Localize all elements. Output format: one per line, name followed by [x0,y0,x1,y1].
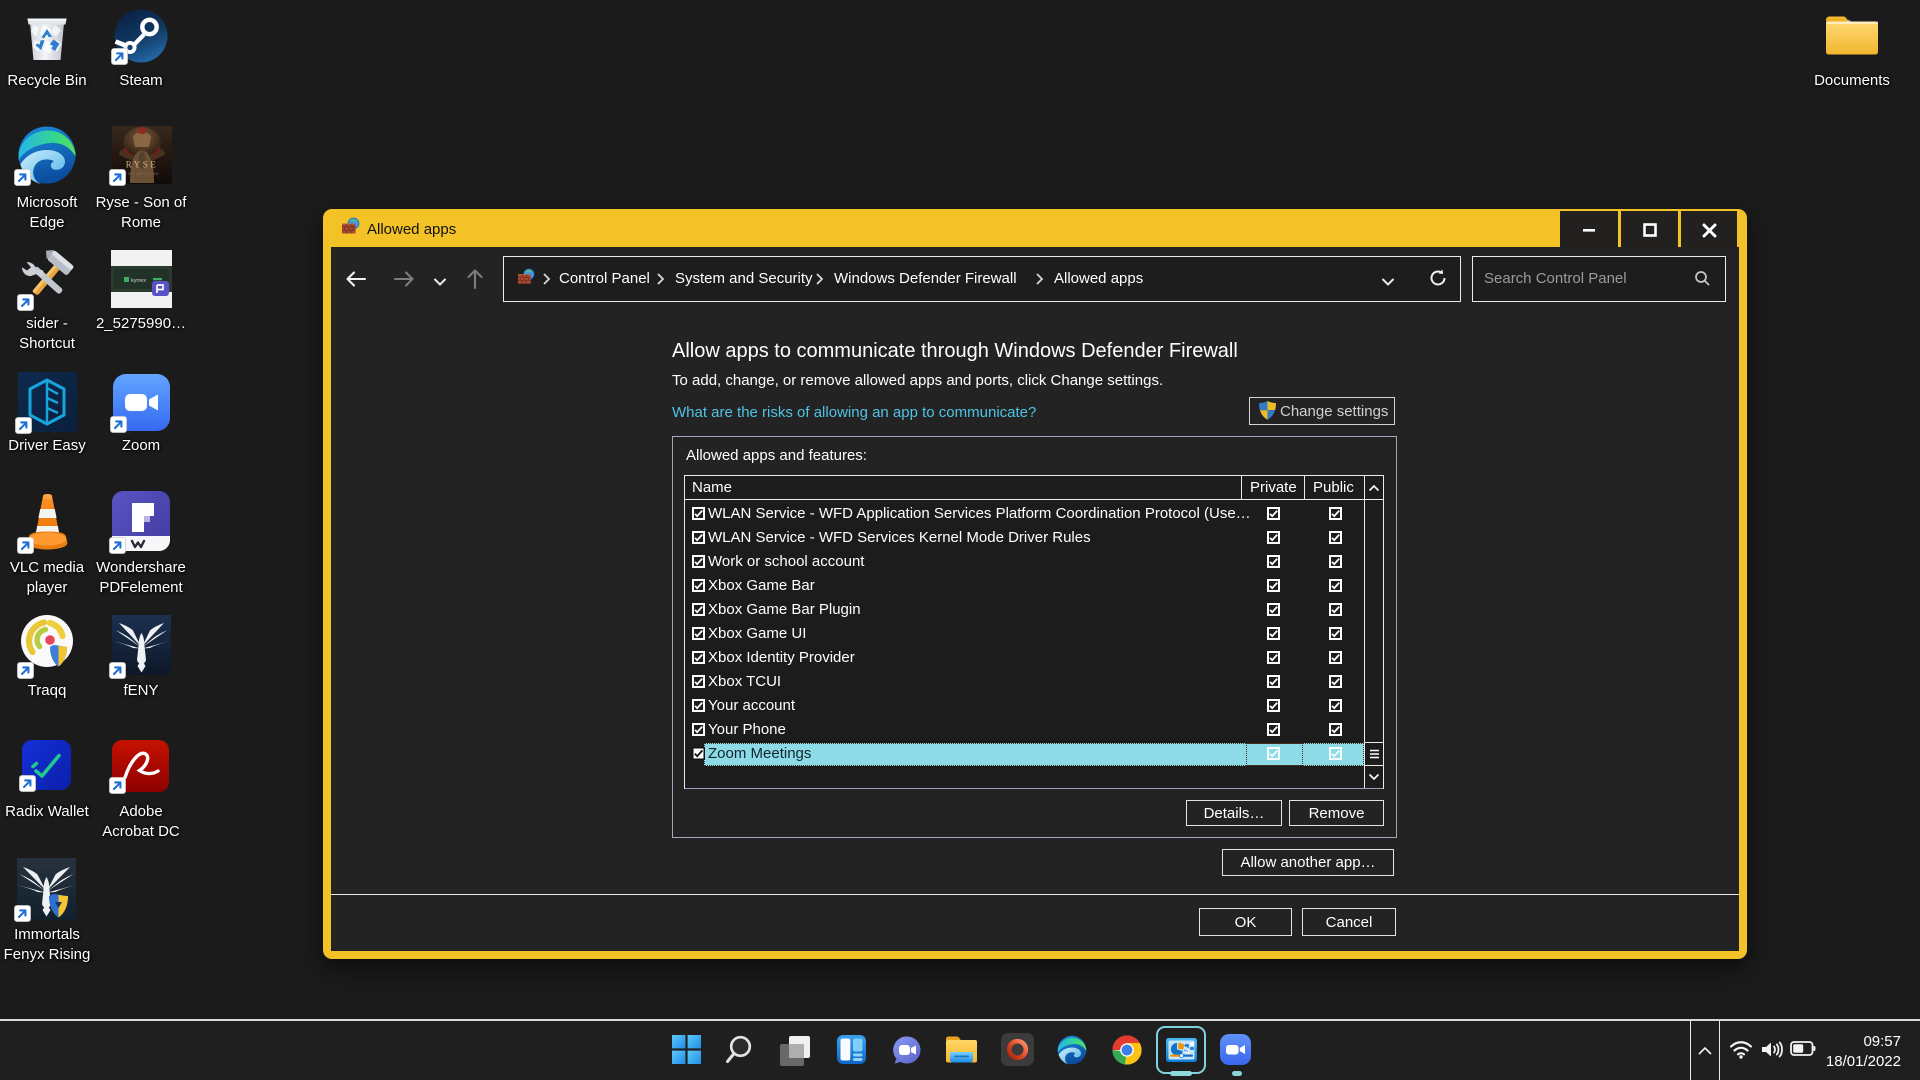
svg-text:kyrrex: kyrrex [131,278,146,284]
svg-text:SON OF ROME: SON OF ROME [124,172,159,176]
svg-text:RYSE: RYSE [126,160,159,170]
